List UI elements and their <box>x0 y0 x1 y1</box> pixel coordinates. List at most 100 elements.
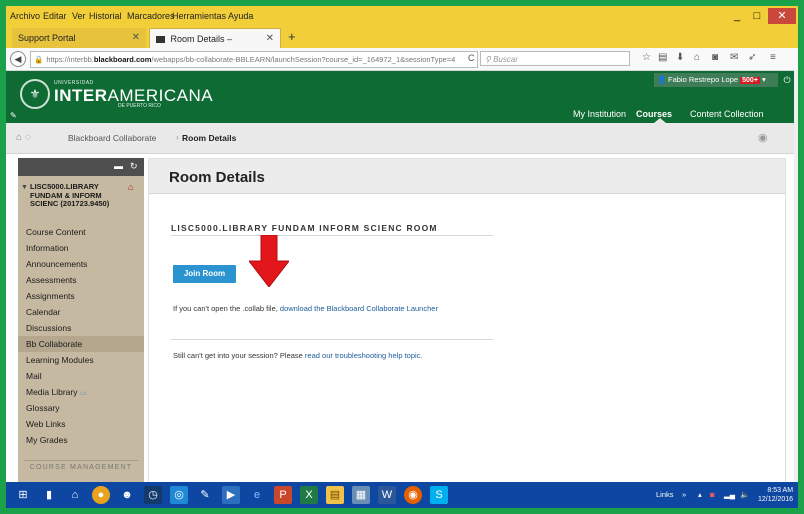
menu-historial[interactable]: Historial <box>89 11 122 21</box>
sidebar-item-announcements[interactable]: Announcements <box>18 256 144 272</box>
course-sidebar: ▬ ↻ ▼ LISC5000.LIBRARY FUNDAM & INFORM S… <box>18 158 144 508</box>
search-icon: ⚲ <box>485 55 494 64</box>
sidebar-item-media-library[interactable]: Media Library ▭ <box>18 384 144 400</box>
file-icon[interactable]: ▮ <box>40 486 58 504</box>
user-menu[interactable]: 👤 Fabio Restrepo Lope 500+ ▾ <box>654 73 778 87</box>
volume-icon[interactable]: 🔈 <box>740 490 749 499</box>
course-home-icon[interactable]: ⌂ <box>128 182 133 192</box>
excel-icon[interactable]: X <box>300 486 318 504</box>
sidebar-item-assessments[interactable]: Assessments <box>18 272 144 288</box>
menu-marcadores[interactable]: Marcadores <box>127 11 175 21</box>
logo-subtitle: DE PUERTO RICO <box>118 103 161 109</box>
url-prefix: https://interbb. <box>46 55 94 64</box>
calculator-icon[interactable]: ▦ <box>352 486 370 504</box>
chrome-icon[interactable]: ● <box>92 486 110 504</box>
maximize-button[interactable]: □ <box>748 8 766 24</box>
back-icon[interactable]: ◀ <box>10 51 26 67</box>
send-icon[interactable]: ➶ <box>748 52 756 63</box>
antivirus-icon[interactable]: ◙ <box>710 490 715 499</box>
file-explorer-icon[interactable]: ▤ <box>326 486 344 504</box>
nav-my-institution[interactable]: My Institution <box>573 109 626 119</box>
close-tab-icon[interactable]: ✕ <box>132 28 140 48</box>
firefox-icon[interactable]: ◉ <box>404 486 422 504</box>
home-icon[interactable]: ⌂ <box>66 486 84 504</box>
page-title: Room Details <box>169 169 265 186</box>
minimize-button[interactable]: _ <box>728 8 746 24</box>
troubleshooting-link[interactable]: read our troubleshooting help topic <box>305 351 421 360</box>
tray-overflow-icon[interactable]: » <box>682 490 686 499</box>
edit-pencil-icon[interactable]: ✎ <box>10 111 17 120</box>
chevron-down-icon: ▾ <box>762 75 766 84</box>
course-management-heading[interactable]: COURSE MANAGEMENT <box>18 464 144 471</box>
download-launcher-link[interactable]: download the Blackboard Collaborate Laun… <box>280 304 438 313</box>
signal-icon[interactable]: ▂▄ <box>724 490 735 499</box>
sidebar-item-mail[interactable]: Mail <box>18 368 144 384</box>
windows-start-icon[interactable]: ⊞ <box>14 486 32 504</box>
url-bar[interactable]: 🔒 https://interbb.blackboard.com/webapps/… <box>30 51 478 68</box>
new-tab-button[interactable]: + <box>288 29 296 44</box>
sidebar-item-label: Media Library <box>26 387 78 397</box>
powerpoint-icon[interactable]: P <box>274 486 292 504</box>
media-player-icon[interactable]: ▶ <box>222 486 240 504</box>
institution-header: ⚜ UNIVERSIDAD INTERAMERICANA DE PUERTO R… <box>6 71 798 123</box>
home-icon[interactable]: ⌂ ◌ <box>16 132 31 143</box>
lock-icon: 🔒 <box>34 55 44 64</box>
eye-icon[interactable]: ◉ <box>758 131 768 144</box>
close-tab-icon[interactable]: ✕ <box>266 29 274 49</box>
menu-archivo[interactable]: Archivo <box>10 11 40 21</box>
sidebar-item-learning-modules[interactable]: Learning Modules <box>18 352 144 368</box>
blackboard-favicon-icon <box>156 36 165 44</box>
links-toolbar[interactable]: Links <box>656 490 674 499</box>
logout-icon[interactable]: ⏻ <box>780 73 794 87</box>
course-title: LISC5000.LIBRARY FUNDAM & INFORM SCIENC … <box>30 182 110 208</box>
hamburger-menu-icon[interactable]: ≡ <box>770 52 776 63</box>
menu-ver[interactable]: Ver <box>72 11 86 21</box>
spy-icon[interactable]: ☻ <box>118 486 136 504</box>
nav-content-collection[interactable]: Content Collection <box>690 109 764 119</box>
tab-support-portal[interactable]: Support Portal ✕ <box>12 28 146 48</box>
sidebar-item-web-links[interactable]: Web Links <box>18 416 144 432</box>
tab-bar: Support Portal ✕ Room Details – 201723.9… <box>6 26 798 64</box>
mail-icon[interactable]: ✉ <box>730 52 738 63</box>
folder-icon[interactable]: ▬ <box>114 161 123 171</box>
menu-editar[interactable]: Editar <box>43 11 67 21</box>
chevron-up-icon[interactable]: ▴ <box>698 490 702 499</box>
internet-explorer-icon[interactable]: e <box>248 486 266 504</box>
home-icon[interactable]: ⌂ <box>694 52 700 63</box>
menu-ayuda[interactable]: Ayuda <box>228 11 253 21</box>
still-text: Still can't get into your session? Pleas… <box>173 351 305 360</box>
menu-herramientas[interactable]: Herramientas <box>172 11 226 21</box>
breadcrumb: ⌂ ◌ Blackboard Collaborate › Room Detail… <box>6 123 798 154</box>
download-icon[interactable]: ⬇ <box>676 52 684 63</box>
user-icon: 👤 <box>657 75 667 84</box>
join-room-button[interactable]: Join Room <box>173 265 236 283</box>
sidebar-item-course-content[interactable]: Course Content <box>18 224 144 240</box>
search-input[interactable]: ⚲ Buscar <box>480 51 630 66</box>
sidebar-item-calendar[interactable]: Calendar <box>18 304 144 320</box>
sidebar-item-discussions[interactable]: Discussions <box>18 320 144 336</box>
collapse-triangle-icon[interactable]: ▼ <box>21 184 28 191</box>
sidebar-item-glossary[interactable]: Glossary <box>18 400 144 416</box>
clock-time: 8:53 AM <box>767 487 794 494</box>
tab-room-details[interactable]: Room Details – 201723.94... ✕ <box>149 28 281 64</box>
page-scrollbar[interactable] <box>794 70 798 482</box>
compass-icon[interactable]: ◷ <box>144 486 162 504</box>
tools-icon[interactable]: ✎ <box>196 486 214 504</box>
reader-icon[interactable]: ▤ <box>658 52 667 63</box>
pocket-icon[interactable]: ◙ <box>712 52 718 63</box>
sync-icon[interactable]: ◎ <box>170 486 188 504</box>
reload-icon[interactable]: C <box>468 53 475 63</box>
word-icon[interactable]: W <box>378 486 396 504</box>
refresh-icon[interactable]: ↻ <box>130 161 138 172</box>
sidebar-item-my-grades[interactable]: My Grades <box>18 432 144 448</box>
course-header[interactable]: ▼ LISC5000.LIBRARY FUNDAM & INFORM SCIEN… <box>18 180 144 220</box>
sidebar-item-bb-collaborate[interactable]: Bb Collaborate <box>18 336 144 352</box>
sidebar-item-information[interactable]: Information <box>18 240 144 256</box>
close-window-button[interactable]: ✕ <box>768 8 796 24</box>
skype-icon[interactable]: S <box>430 486 448 504</box>
sidebar-item-assignments[interactable]: Assignments <box>18 288 144 304</box>
breadcrumb-collaborate[interactable]: Blackboard Collaborate <box>68 133 156 143</box>
bookmark-star-icon[interactable]: ☆ <box>642 52 651 63</box>
system-clock[interactable]: 8:53 AM 12/12/2016 <box>758 486 793 504</box>
red-arrow-annotation <box>249 235 289 287</box>
